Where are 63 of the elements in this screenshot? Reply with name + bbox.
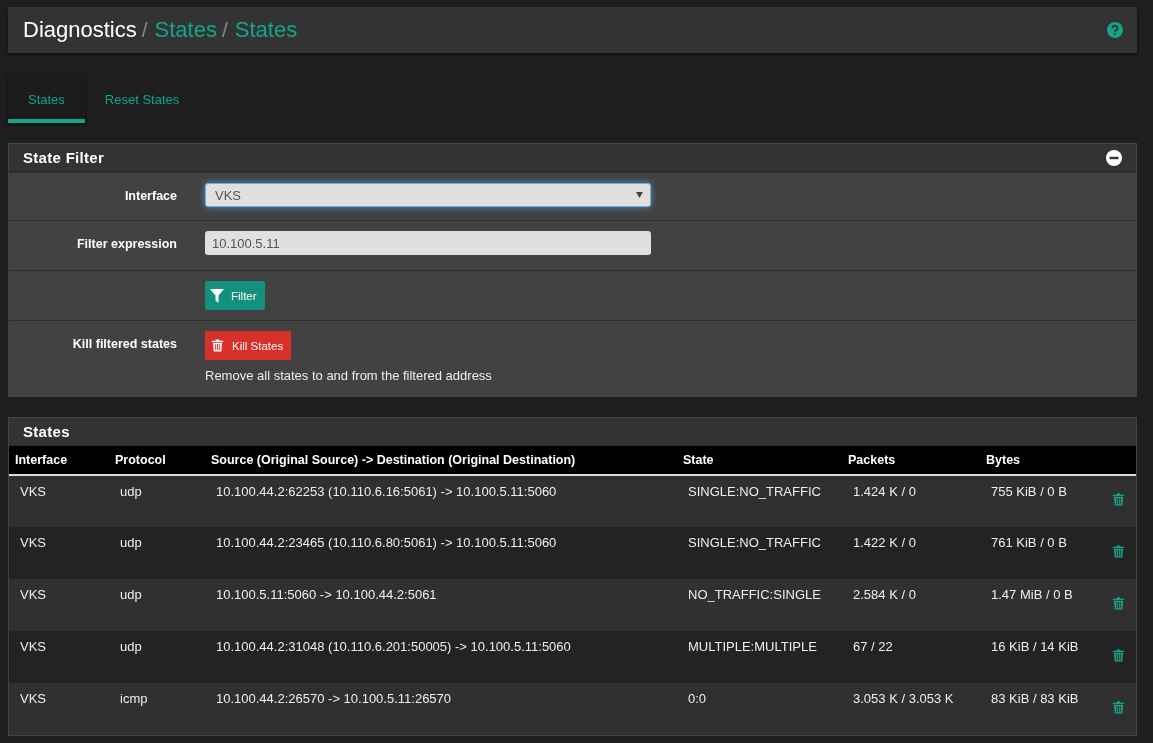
table-cell: 1.424 K / 0	[842, 475, 980, 527]
table-cell: VKS	[9, 579, 109, 631]
collapse-icon[interactable]	[1106, 149, 1122, 166]
tab[interactable]: States	[8, 75, 85, 123]
trash-icon	[1110, 543, 1126, 559]
kill-states-button[interactable]: Kill States	[205, 331, 292, 360]
help-icon[interactable]	[1107, 22, 1123, 38]
table-cell: 1.47 MiB / 0 B	[980, 579, 1100, 631]
breadcrumb-separator: /	[141, 18, 148, 42]
table-cell: 10.100.5.11:5060 -> 10.100.44.2:5061	[205, 579, 677, 631]
table-cell: VKS	[9, 527, 109, 579]
interface-select[interactable]: VKS	[205, 183, 651, 207]
trash-icon	[210, 338, 225, 353]
field-label: Filter expression	[75, 236, 177, 253]
tab[interactable]: Reset States	[84, 75, 200, 123]
table-cell: VKS	[9, 475, 109, 527]
caret-icon	[636, 192, 643, 198]
column-header: Bytes	[980, 446, 1100, 475]
table-cell: udp	[109, 631, 205, 683]
panel-title: States	[23, 423, 70, 440]
table-cell: 10.100.44.2:31048 (10.110.6.201:50005) -> 10.100.5.11:5060	[205, 631, 677, 683]
table-cell: 67 / 22	[842, 631, 980, 683]
column-header: State	[677, 446, 842, 475]
filter-input[interactable]: 10.100.5.11	[205, 231, 651, 255]
table-cell: 1.422 K / 0	[842, 527, 980, 579]
trash-icon	[1110, 699, 1126, 715]
trash-icon	[1110, 595, 1126, 611]
help-text: Remove all states to and from the filtered address	[205, 368, 492, 383]
table-cell: 2.584 K / 0	[842, 579, 980, 631]
column-header: Interface	[9, 446, 109, 475]
table-cell: icmp	[109, 683, 205, 735]
table-cell: VKS	[9, 683, 109, 735]
funnel-icon	[210, 288, 224, 303]
table-cell: 755 KiB / 0 B	[980, 475, 1100, 527]
table-cell: udp	[109, 475, 205, 527]
breadcrumb-separator: /	[221, 18, 228, 42]
field-label: Kill filtered states	[71, 336, 177, 353]
panel-title: State Filter	[23, 149, 105, 166]
table-cell: 10.100.44.2:23465 (10.110.6.80:5061) -> 10.100.5.11:5060	[205, 527, 677, 579]
table-cell: MULTIPLE:MULTIPLE	[677, 631, 842, 683]
table-cell: udp	[109, 527, 205, 579]
field-label: Interface	[123, 188, 177, 205]
table-cell: VKS	[9, 631, 109, 683]
table-cell: 10.100.44.2:62253 (10.110.6.16:5061) -> 10.100.5.11:5060	[205, 475, 677, 527]
trash-icon	[1110, 647, 1126, 663]
table-cell: SINGLE:NO_TRAFFIC	[677, 527, 842, 579]
column-header: Source (Original Source) -> Destination (Original Destination)	[205, 446, 677, 475]
table-cell: udp	[109, 579, 205, 631]
table-cell: 16 KiB / 14 KiB	[980, 631, 1100, 683]
column-header: Protocol	[109, 446, 205, 475]
table-cell: 3.053 K / 3.053 K	[842, 683, 980, 735]
filter-button[interactable]: Filter	[205, 281, 265, 310]
breadcrumb-link[interactable]: States	[154, 17, 217, 43]
table-cell: 10.100.44.2:26570 -> 10.100.5.11:26570	[205, 683, 677, 735]
table-cell: NO_TRAFFIC:SINGLE	[677, 579, 842, 631]
trash-icon	[1110, 492, 1126, 507]
table-cell: 83 KiB / 83 KiB	[980, 683, 1100, 735]
table-cell: 761 KiB / 0 B	[980, 527, 1100, 579]
breadcrumb-title: Diagnostics	[23, 17, 137, 43]
table-cell: SINGLE:NO_TRAFFIC	[677, 475, 842, 527]
table-cell: 0:0	[677, 683, 842, 735]
breadcrumb-link[interactable]: States	[234, 17, 298, 43]
column-header: Packets	[842, 446, 980, 475]
